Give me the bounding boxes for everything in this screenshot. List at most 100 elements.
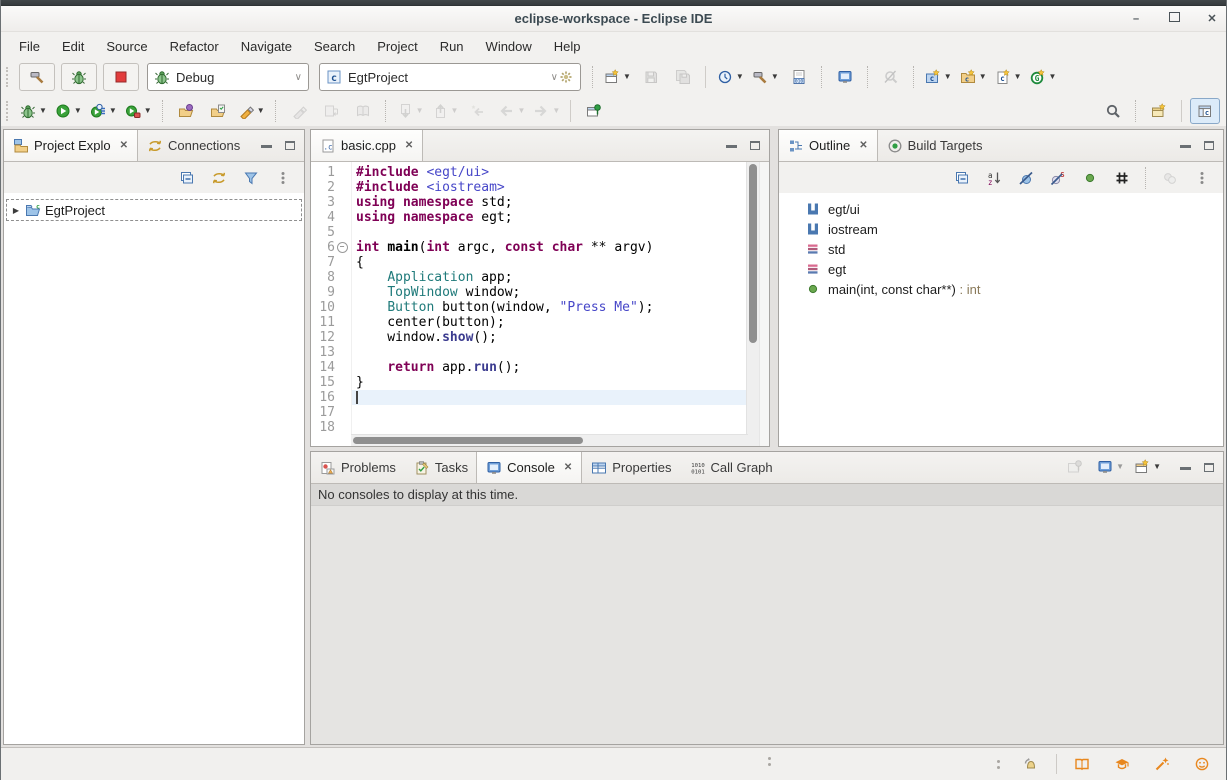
- open-folder-import-button[interactable]: [171, 98, 201, 124]
- outline-item[interactable]: main(int, const char**) : int: [779, 279, 1223, 299]
- view-menu-button[interactable]: [269, 166, 297, 190]
- code-line-4[interactable]: using namespace egt;: [352, 210, 746, 225]
- run-coverage-button[interactable]: ▼: [87, 98, 120, 124]
- tab-console[interactable]: Console✕: [476, 452, 582, 483]
- minimize-window-button[interactable]: –: [1129, 13, 1143, 25]
- expand-arrow-icon[interactable]: ▶: [11, 206, 21, 215]
- monitor-button[interactable]: [830, 64, 860, 90]
- close-tab-icon[interactable]: ✕: [405, 140, 413, 151]
- hide-fields-button[interactable]: [1012, 166, 1040, 190]
- maximize-view-button[interactable]: [1199, 135, 1219, 155]
- sort-az-button[interactable]: az: [980, 166, 1008, 190]
- hide-static-button[interactable]: S: [1044, 166, 1072, 190]
- menu-window[interactable]: Window: [475, 36, 543, 57]
- notifications-button[interactable]: [1017, 752, 1045, 776]
- hammer-button[interactable]: ▼: [749, 64, 782, 90]
- samples-wand-button[interactable]: [1148, 752, 1176, 776]
- minimize-view-button[interactable]: [256, 135, 276, 155]
- bug-button[interactable]: [61, 63, 97, 91]
- tab-connections[interactable]: Connections: [138, 130, 249, 161]
- statusbar-sash[interactable]: [768, 757, 771, 766]
- code-line-13[interactable]: [352, 345, 746, 360]
- code-line-18[interactable]: [352, 420, 746, 435]
- link-editor-button[interactable]: [205, 166, 233, 190]
- maximize-window-button[interactable]: [1167, 12, 1181, 25]
- toolbar-grip[interactable]: [6, 67, 12, 87]
- menu-source[interactable]: Source: [95, 36, 158, 57]
- code-line-9[interactable]: TopWindow window;: [352, 285, 746, 300]
- close-tab-icon[interactable]: ✕: [564, 462, 572, 473]
- menu-help[interactable]: Help: [543, 36, 592, 57]
- collapse-all-button[interactable]: [173, 166, 201, 190]
- new-make-target-button[interactable]: G▼: [1027, 64, 1060, 90]
- outline-item[interactable]: egt/ui: [779, 199, 1223, 219]
- editor-vertical-scrollbar[interactable]: [746, 162, 759, 446]
- code-line-14[interactable]: return app.run();: [352, 360, 746, 375]
- code-line-11[interactable]: center(button);: [352, 315, 746, 330]
- display-console-button[interactable]: ▼: [1094, 454, 1127, 480]
- outline-item[interactable]: std: [779, 239, 1223, 259]
- open-perspective-button[interactable]: [1144, 98, 1174, 124]
- hide-nonpublic-button[interactable]: [1076, 166, 1104, 190]
- code-line-17[interactable]: [352, 405, 746, 420]
- tab-outline[interactable]: Outline✕: [778, 130, 878, 161]
- tab-project-explo[interactable]: Project Explo✕: [3, 130, 138, 161]
- stop-button[interactable]: [103, 63, 139, 91]
- filter-button[interactable]: [237, 166, 265, 190]
- feedback-smiley-button[interactable]: [1188, 752, 1216, 776]
- close-tab-icon[interactable]: ✕: [120, 140, 128, 151]
- new-c-file-button[interactable]: c▼: [992, 64, 1025, 90]
- code-line-2[interactable]: #include <iostream>: [352, 180, 746, 195]
- tab-build-targets[interactable]: Build Targets: [878, 130, 992, 161]
- maximize-view-button[interactable]: [745, 135, 765, 155]
- menu-run[interactable]: Run: [429, 36, 475, 57]
- tab-problems[interactable]: Problems: [311, 452, 405, 483]
- view-menu-button[interactable]: [1188, 166, 1216, 190]
- menu-project[interactable]: Project: [366, 36, 428, 57]
- editor-text-area[interactable]: #include <egt/ui>#include <iostream>usin…: [351, 162, 746, 446]
- menu-search[interactable]: Search: [303, 36, 366, 57]
- run-profile-button[interactable]: ▼: [122, 98, 155, 124]
- code-line-1[interactable]: #include <egt/ui>: [352, 165, 746, 180]
- close-window-button[interactable]: ✕: [1205, 12, 1219, 25]
- tab-tasks[interactable]: Tasks: [405, 452, 477, 483]
- code-line-8[interactable]: Application app;: [352, 270, 746, 285]
- maximize-view-button[interactable]: [1199, 457, 1219, 477]
- code-line-10[interactable]: Button button(window, "Press Me");: [352, 300, 746, 315]
- tab-call-graph[interactable]: 10100101Call Graph: [681, 452, 782, 483]
- code-line-16[interactable]: [352, 390, 746, 405]
- code-line-3[interactable]: using namespace std;: [352, 195, 746, 210]
- open-folder-tasks-button[interactable]: [203, 98, 233, 124]
- code-line-12[interactable]: window.show();: [352, 330, 746, 345]
- marker-pen-button[interactable]: ▼: [235, 98, 268, 124]
- menu-refactor[interactable]: Refactor: [159, 36, 230, 57]
- binary-button[interactable]: 010: [784, 64, 814, 90]
- tree-item-egtproject[interactable]: ▶cEgtProject: [6, 199, 302, 221]
- outline-item[interactable]: iostream: [779, 219, 1223, 239]
- new-wizard-button[interactable]: ▼: [601, 64, 634, 90]
- toolbar-grip[interactable]: [6, 101, 12, 121]
- code-line-5[interactable]: [352, 225, 746, 240]
- run-button[interactable]: ▼: [52, 98, 85, 124]
- bug-button[interactable]: ▼: [17, 98, 50, 124]
- maximize-view-button[interactable]: [280, 135, 300, 155]
- new-c-project-button[interactable]: c▼: [922, 64, 955, 90]
- clock-button[interactable]: ▼: [714, 64, 747, 90]
- code-line-15[interactable]: }: [352, 375, 746, 390]
- collapse-all-button[interactable]: [948, 166, 976, 190]
- menu-edit[interactable]: Edit: [51, 36, 95, 57]
- editor-horizontal-scrollbar[interactable]: [351, 434, 748, 446]
- pin-editor-button[interactable]: [579, 98, 609, 124]
- fold-column[interactable]: −: [335, 242, 349, 253]
- code-line-7[interactable]: {: [352, 255, 746, 270]
- hammer-button[interactable]: [19, 63, 55, 91]
- hide-inactive-button[interactable]: [1108, 166, 1136, 190]
- tutorials-cap-button[interactable]: [1108, 752, 1136, 776]
- search-button[interactable]: [1098, 98, 1128, 124]
- minimize-view-button[interactable]: [721, 135, 741, 155]
- egtproject-combo[interactable]: cEgtProject∨: [319, 63, 581, 91]
- debug-combo[interactable]: Debug∨: [147, 63, 309, 91]
- tab-basic-cpp[interactable]: .cbasic.cpp✕: [310, 130, 423, 161]
- outline-item[interactable]: egt: [779, 259, 1223, 279]
- menu-navigate[interactable]: Navigate: [230, 36, 303, 57]
